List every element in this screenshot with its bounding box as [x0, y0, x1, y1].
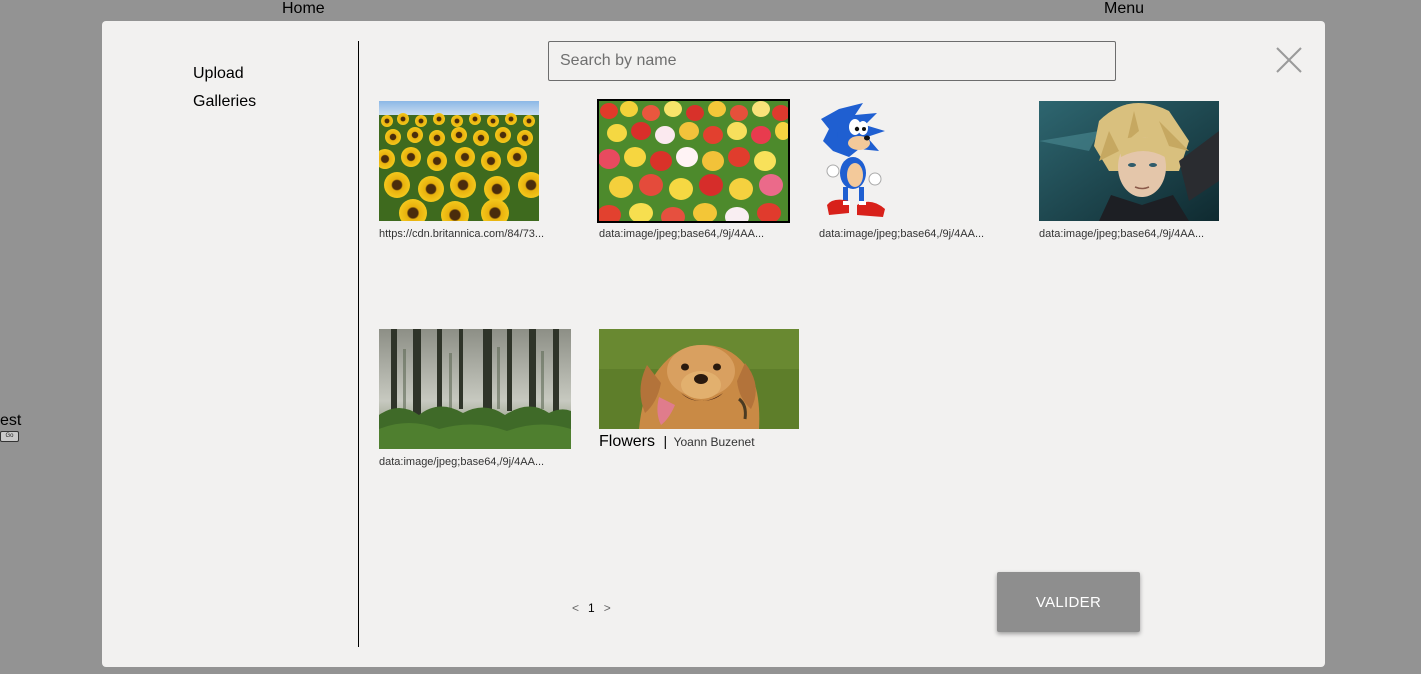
image-picker-modal: Upload Galleries Search by name https://…: [102, 21, 1325, 667]
image-title: Flowers: [599, 433, 656, 450]
prev-page-button[interactable]: <: [572, 601, 579, 615]
background-text: est: [0, 412, 22, 429]
nav-home-link[interactable]: Home: [282, 0, 325, 18]
dog-image[interactable]: [599, 329, 799, 429]
gallery-item[interactable]: data:image/jpeg;base64,/9j/4AA...: [379, 329, 575, 469]
image-caption: data:image/jpeg;base64,/9j/4AA...: [1039, 228, 1205, 240]
gallery-item[interactable]: https://cdn.britannica.com/84/73...: [379, 101, 575, 241]
image-author: Yoann Buzenet: [673, 435, 755, 449]
sidebar-item-galleries[interactable]: Galleries: [193, 88, 256, 116]
validate-button[interactable]: VALIDER: [997, 572, 1140, 632]
go-button[interactable]: Go: [0, 431, 19, 442]
current-page[interactable]: 1: [588, 601, 595, 615]
image-caption: data:image/jpeg;base64,/9j/4AA...: [819, 228, 985, 240]
image-meta: Flowers | Yoann Buzenet: [599, 433, 819, 451]
gallery-item[interactable]: Flowers | Yoann Buzenet: [599, 329, 819, 451]
sunflower-image[interactable]: [379, 101, 539, 221]
close-icon: [1276, 47, 1302, 73]
sidebar-divider: [358, 41, 359, 647]
character-image[interactable]: [1039, 101, 1219, 221]
gallery-item-selected[interactable]: data:image/jpeg;base64,/9j/4AA...: [597, 99, 795, 241]
gallery-item[interactable]: data:image/jpeg;base64,/9j/4AA...: [819, 101, 1015, 241]
sidebar-item-upload[interactable]: Upload: [193, 60, 256, 88]
sonic-image[interactable]: [819, 101, 889, 221]
gallery-item[interactable]: data:image/jpeg;base64,/9j/4AA...: [1039, 101, 1235, 241]
nav-menu-link[interactable]: Menu: [1104, 0, 1144, 18]
close-button[interactable]: [1274, 45, 1304, 75]
search-input[interactable]: [548, 41, 1116, 81]
tulip-image[interactable]: [597, 99, 790, 223]
image-caption: https://cdn.britannica.com/84/73...: [379, 228, 545, 240]
modal-sidebar: Upload Galleries: [193, 60, 256, 116]
image-caption: data:image/jpeg;base64,/9j/4AA...: [599, 228, 765, 240]
next-page-button[interactable]: >: [604, 601, 611, 615]
pagination: < 1 >: [572, 601, 611, 615]
forest-image[interactable]: [379, 329, 571, 449]
meta-separator: |: [663, 433, 668, 449]
image-caption: data:image/jpeg;base64,/9j/4AA...: [379, 456, 545, 468]
